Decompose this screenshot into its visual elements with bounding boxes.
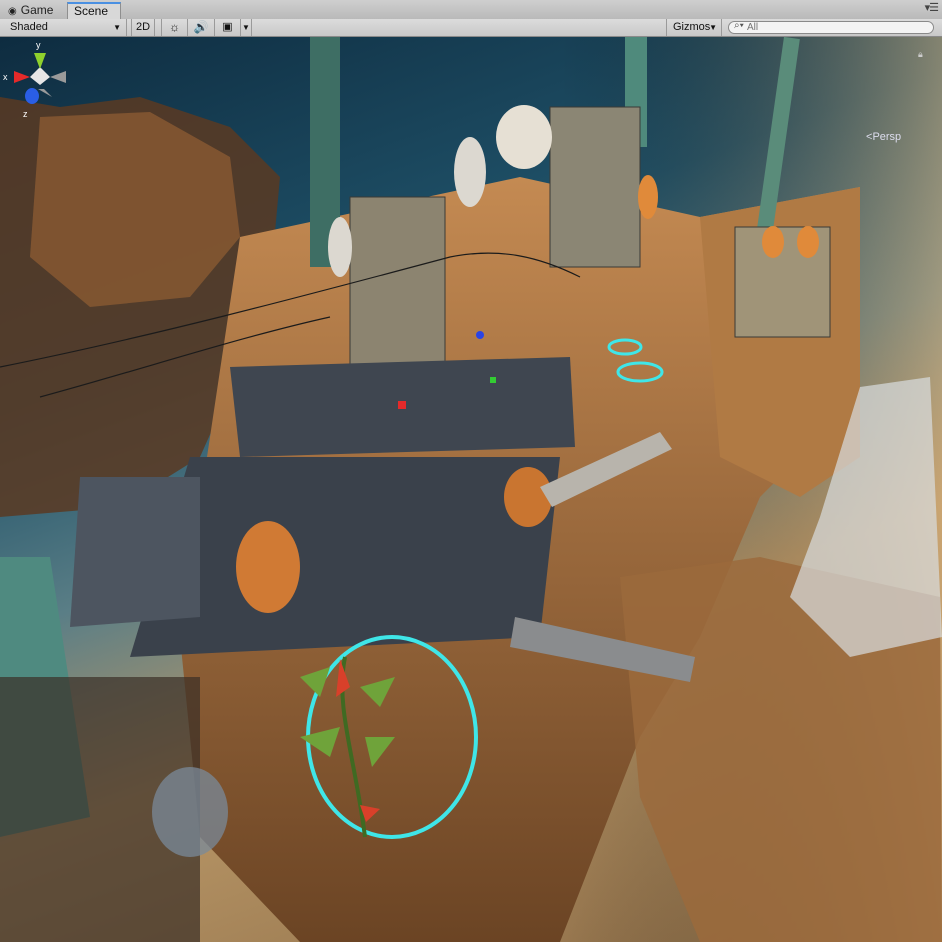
effects-dropdown-icon[interactable]: ▼ <box>241 19 252 36</box>
tab-game[interactable]: ◉ Game <box>2 2 66 19</box>
scene-viewport[interactable]: y x z <Persp 🔒︎ <box>0 37 942 942</box>
scene-toolbar: Shaded ▼ 2D ☼ 🔊 ▣ ▼ Gizmos ▼ ⌕▾ <box>0 19 942 37</box>
hierarchy-search[interactable]: ⌕▾ <box>728 20 934 34</box>
toggle-2d-button[interactable]: 2D <box>131 19 155 36</box>
x-axis-label: x <box>3 72 8 82</box>
tab-scene[interactable]: Scene <box>67 2 121 19</box>
audio-toggle-icon[interactable]: 🔊 <box>188 19 215 36</box>
effects-toggle-icon[interactable]: ▣ <box>215 19 241 36</box>
tab-scene-label: Scene <box>74 4 109 18</box>
neg-x-axis-cone-icon <box>50 71 66 83</box>
scene-render <box>0 37 942 942</box>
search-icon: ⌕▾ <box>734 20 744 31</box>
orientation-gizmo[interactable]: y x z <box>0 37 80 137</box>
z-axis-cone-icon <box>25 88 39 104</box>
projection-label[interactable]: <Persp <box>866 131 901 143</box>
chevron-down-icon: ▼ <box>113 23 121 32</box>
chevron-down-icon: ▼ <box>709 23 717 32</box>
lock-icon[interactable]: 🔒︎ <box>918 49 923 60</box>
projection-text: Persp <box>872 131 902 143</box>
gizmos-dropdown[interactable]: Gizmos ▼ <box>666 19 722 36</box>
shading-mode-label: Shaded <box>10 21 48 33</box>
menu-icon[interactable]: ▾☰ <box>925 1 939 14</box>
gizmos-label: Gizmos <box>673 21 711 33</box>
lighting-toggle-icon[interactable]: ☼ <box>161 19 188 36</box>
tab-game-label: Game <box>20 3 54 17</box>
search-input[interactable] <box>747 22 927 33</box>
shading-mode-dropdown[interactable]: Shaded ▼ <box>0 19 127 36</box>
tab-bar: ◉ Game Scene ▾☰ <box>0 0 942 20</box>
y-axis-cone-icon <box>34 53 46 69</box>
x-axis-cone-icon <box>14 71 30 83</box>
z-axis-label: z <box>23 109 28 119</box>
y-axis-label: y <box>36 40 41 50</box>
gamepad-icon: ◉ <box>8 6 17 17</box>
